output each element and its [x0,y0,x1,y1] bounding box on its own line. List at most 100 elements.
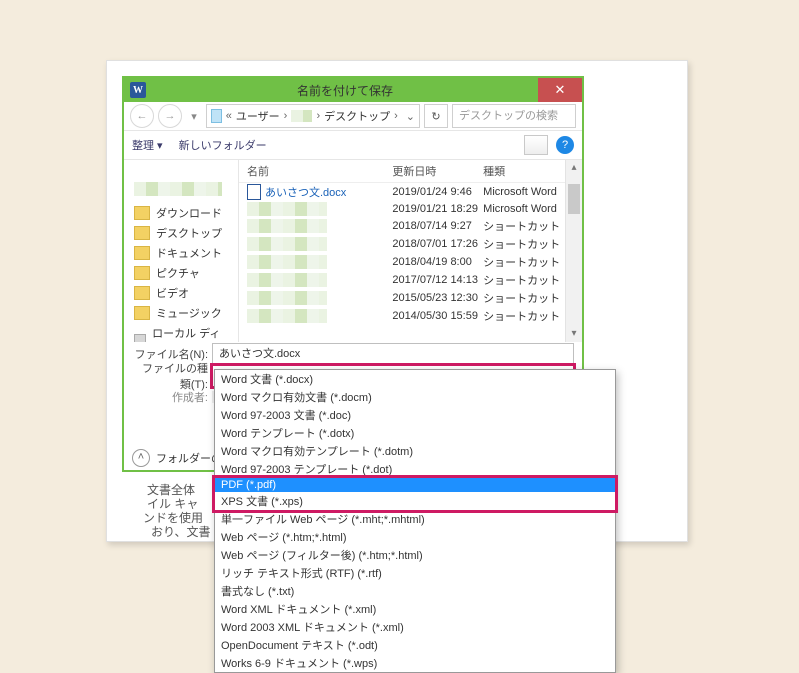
chevron-icon: › [284,110,288,122]
author-label: 作成者: [132,389,208,405]
filetype-label: ファイルの種類(T): [132,360,208,392]
sidebar-item-label: ビデオ [156,285,189,301]
view-options-button[interactable] [524,135,548,155]
file-date: 2018/07/14 9:27 [392,220,483,232]
filetype-option[interactable]: Word 97-2003 テンプレート (*.dot) [215,460,615,478]
filetype-option[interactable]: Word 97-2003 文書 (*.doc) [215,406,615,424]
table-row[interactable]: 2015/05/23 12:30ショートカット [247,289,574,307]
filetype-option[interactable]: 単一ファイル Web ページ (*.mht;*.mhtml) [215,510,615,528]
table-row[interactable]: 2019/01/21 18:29Microsoft Word [247,201,574,217]
filetype-option[interactable]: Word マクロ有効文書 (*.docm) [215,388,615,406]
sidebar-item-label: ピクチャ [156,265,200,281]
col-name[interactable]: 名前 [247,163,392,179]
folder-icon [134,266,150,280]
filetype-option[interactable]: Word 2003 XML ドキュメント (*.xml) [215,618,615,636]
folder-icon [134,306,150,320]
sidebar-item[interactable]: ビデオ [124,283,238,303]
file-type: Microsoft Word [483,186,574,198]
table-row[interactable]: 2018/07/14 9:27ショートカット [247,217,574,235]
redacted [291,110,312,122]
chevron-icon: › [316,110,320,122]
filetype-option[interactable]: Word 文書 (*.docx) [215,370,615,388]
nav-row: ← → ▾ « ユーザー › › デスクトップ › ⌄ ↻ デスクトップの検索 [124,102,582,131]
sidebar-item[interactable]: デスクトップ [124,223,238,243]
document-icon [247,184,261,200]
breadcrumb-desktop[interactable]: デスクトップ [324,108,390,124]
table-row[interactable]: あいさつ文.docx 2019/01/24 9:46Microsoft Word [247,183,574,201]
refresh-button[interactable]: ↻ [424,104,448,128]
window-title: 名前を付けて保存 [152,82,538,99]
file-listing: 名前 更新日時 種類 あいさつ文.docx 2019/01/24 9:46Micr… [239,160,582,342]
collapse-icon[interactable]: ˄ [132,449,150,467]
nav-forward-button[interactable]: → [158,104,182,128]
redacted [247,219,327,233]
vertical-scrollbar[interactable]: ▴ ▾ [565,160,582,342]
search-input[interactable]: デスクトップの検索 [452,104,576,128]
file-type: Microsoft Word [483,203,574,215]
organize-menu[interactable]: 整理 ▾ [132,137,163,153]
scroll-down-icon[interactable]: ▾ [566,326,582,342]
file-type: ショートカット [483,290,574,306]
address-bar[interactable]: « ユーザー › › デスクトップ › ⌄ [206,104,420,128]
sidebar-item[interactable]: ミュージック [124,303,238,323]
drive-icon [134,334,146,342]
filename-input[interactable]: あいさつ文.docx [212,343,574,365]
help-button[interactable]: ? [556,136,574,154]
photo-frame: 更するこ 定する書 文書全体 イル キャ ンドを使用 おり、文書 W 名前を付け… [106,60,688,542]
chevron-icon: « [226,110,232,122]
file-date: 2018/04/19 8:00 [392,256,483,268]
bg-text: おり、文書 [151,523,211,540]
filetype-option[interactable]: Web ページ (フィルター後) (*.htm;*.html) [215,546,615,564]
folder-icon [134,286,150,300]
file-type: ショートカット [483,236,574,252]
table-row[interactable]: 2018/04/19 8:00ショートカット [247,253,574,271]
redacted [247,309,327,323]
folder-icon [134,246,150,260]
chevron-icon: › [394,110,398,122]
filetype-option[interactable]: Word マクロ有効テンプレート (*.dotm) [215,442,615,460]
col-date[interactable]: 更新日時 [392,163,483,179]
filetype-dropdown[interactable]: Word 文書 (*.docx)Word マクロ有効文書 (*.docm)Wor… [214,369,616,673]
filetype-option[interactable]: PDF (*.pdf) [215,478,615,492]
scroll-up-icon[interactable]: ▴ [566,160,582,176]
chevron-down-icon[interactable]: ⌄ [406,110,415,123]
file-date: 2019/01/21 18:29 [392,203,483,215]
filetype-option[interactable]: 書式なし (*.txt) [215,582,615,600]
table-row[interactable]: 2014/05/30 15:59ショートカット [247,307,574,325]
file-date: 2019/01/24 9:46 [392,186,483,198]
close-button[interactable]: ✕ [538,78,582,102]
sidebar-item-label: ローカル ディスク (C [152,325,228,342]
col-type[interactable]: 種類 [483,163,574,179]
table-row[interactable]: 2017/07/12 14:13ショートカット [247,271,574,289]
filetype-option[interactable]: Word テンプレート (*.dotx) [215,424,615,442]
filetype-option[interactable]: XPS 文書 (*.xps) [215,492,615,510]
column-headers: 名前 更新日時 種類 [239,160,582,183]
sidebar-item-label: ミュージック [156,305,222,321]
sidebar-item[interactable]: ダウンロード [124,203,238,223]
sidebar-item[interactable]: ピクチャ [124,263,238,283]
redacted [134,182,222,196]
filetype-option[interactable]: OpenDocument テキスト (*.odt) [215,636,615,654]
dialog-body: ダウンロードデスクトップドキュメントピクチャビデオミュージックローカル ディスク… [124,160,582,342]
filetype-option[interactable]: Word XML ドキュメント (*.xml) [215,600,615,618]
titlebar: W 名前を付けて保存 ✕ [124,78,582,102]
nav-back-button[interactable]: ← [130,104,154,128]
sidebar-item[interactable]: ドキュメント [124,243,238,263]
redacted [247,255,327,269]
file-type: ショートカット [483,254,574,270]
word-app-icon: W [130,82,146,98]
filetype-option[interactable]: Works 6-9 ドキュメント (*.wps) [215,654,615,672]
filetype-option[interactable]: Web ページ (*.htm;*.html) [215,528,615,546]
folder-icon [134,206,150,220]
sidebar-item[interactable]: ローカル ディスク (C [124,323,238,342]
file-name: あいさつ文.docx [265,184,346,200]
breadcrumb-user[interactable]: ユーザー [236,108,280,124]
pc-icon [211,109,222,123]
scroll-thumb[interactable] [568,184,580,214]
nav-up-button[interactable]: ▾ [186,110,202,123]
filetype-option[interactable]: リッチ テキスト形式 (RTF) (*.rtf) [215,564,615,582]
redacted [247,202,327,216]
table-row[interactable]: 2018/07/01 17:26ショートカット [247,235,574,253]
sidebar-item-label: ダウンロード [156,205,222,221]
new-folder-button[interactable]: 新しいフォルダー [179,137,267,153]
